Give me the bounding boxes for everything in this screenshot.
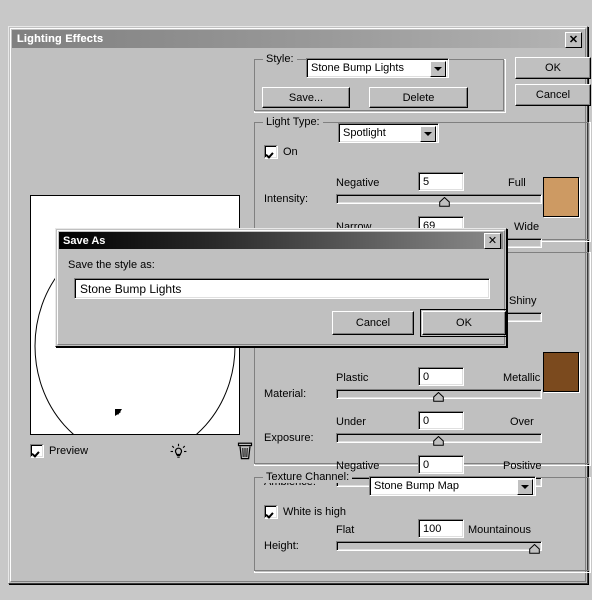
intensity-min-label: Negative (336, 177, 379, 189)
intensity-max-label: Full (508, 177, 526, 189)
preview-controls-row: Preview (30, 442, 242, 460)
style-name-input[interactable]: Stone Bump Lights (74, 278, 490, 299)
material-label: Material: (264, 388, 306, 400)
light-type-dropdown[interactable]: Spotlight (338, 123, 439, 143)
height-max-label: Mountainous (468, 524, 531, 536)
material-min-label: Plastic (336, 372, 368, 384)
material-value-input[interactable]: 0 (418, 367, 464, 386)
save-as-cancel-label: Cancel (356, 317, 390, 329)
chevron-down-icon[interactable] (430, 61, 446, 77)
intensity-slider[interactable] (336, 194, 540, 208)
exposure-min-label: Under (336, 416, 366, 428)
exposure-label: Exposure: (264, 432, 314, 444)
intensity-value: 5 (423, 176, 429, 188)
light-on-label: On (283, 146, 298, 158)
lightbulb-icon[interactable] (170, 443, 187, 463)
ok-button-label: OK (545, 62, 561, 74)
ambience-value-input[interactable]: 0 (418, 455, 464, 474)
material-color-swatch[interactable] (543, 352, 579, 392)
exposure-max-label: Over (510, 416, 534, 428)
height-min-label: Flat (336, 524, 354, 536)
intensity-label: Intensity: (264, 193, 308, 205)
intensity-slider-thumb[interactable] (439, 197, 450, 207)
delete-style-button[interactable]: Delete (369, 87, 468, 108)
intensity-value-input[interactable]: 5 (418, 172, 464, 191)
material-value: 0 (423, 371, 429, 383)
cancel-button[interactable]: Cancel (515, 84, 591, 106)
save-as-dialog: Save As ✕ Save the style as: Stone Bump … (55, 228, 507, 347)
gloss-max-label: Shiny (509, 295, 537, 307)
save-as-ok-label: OK (456, 317, 472, 329)
window-titlebar[interactable]: Lighting Effects ✕ (12, 30, 584, 48)
light-on-checkbox[interactable] (264, 145, 278, 159)
save-style-button-label: Save... (289, 92, 323, 104)
window-title: Lighting Effects (17, 33, 103, 45)
light-on-row: On (264, 145, 298, 159)
texture-channel-label: Texture Channel: (263, 471, 352, 483)
height-value-input[interactable]: 100 (418, 519, 464, 538)
save-style-button[interactable]: Save... (262, 87, 350, 108)
ambience-value: 0 (423, 459, 429, 471)
chevron-down-icon[interactable] (420, 126, 436, 142)
height-value: 100 (423, 523, 441, 535)
ok-button[interactable]: OK (515, 57, 591, 79)
ambience-max-label: Positive (503, 460, 542, 472)
texture-channel-dropdown-value: Stone Bump Map (374, 480, 459, 492)
save-as-cancel-button[interactable]: Cancel (332, 311, 414, 335)
material-slider[interactable] (336, 389, 540, 403)
texture-channel-dropdown[interactable]: Stone Bump Map (369, 476, 536, 496)
light-color-swatch[interactable] (543, 177, 579, 217)
material-slider-thumb[interactable] (433, 392, 444, 402)
exposure-value-input[interactable]: 0 (418, 411, 464, 430)
preview-checkbox-label: Preview (49, 445, 88, 457)
close-icon[interactable]: ✕ (484, 233, 501, 249)
close-icon[interactable]: ✕ (565, 32, 582, 48)
preview-checkbox[interactable] (30, 444, 44, 458)
trash-icon[interactable] (237, 442, 253, 463)
style-dropdown-value: Stone Bump Lights (311, 62, 404, 74)
white-is-high-label: White is high (283, 506, 346, 518)
style-dropdown[interactable]: Stone Bump Lights (306, 58, 449, 78)
save-as-ok-button[interactable]: OK (422, 311, 506, 335)
white-is-high-checkbox[interactable] (264, 505, 278, 519)
material-max-label: Metallic (503, 372, 540, 384)
white-is-high-row: White is high (264, 505, 346, 519)
save-as-ok-button-wrap: OK (420, 309, 508, 337)
style-name-input-value: Stone Bump Lights (80, 282, 181, 296)
exposure-value: 0 (423, 415, 429, 427)
style-label: Style: (263, 53, 297, 65)
focus-max-label: Wide (514, 221, 539, 233)
chevron-down-icon[interactable] (517, 479, 533, 495)
save-as-title: Save As (63, 235, 105, 247)
cancel-button-label: Cancel (536, 89, 570, 101)
light-type-label: Light Type: (263, 116, 323, 128)
light-type-dropdown-value: Spotlight (343, 127, 386, 139)
exposure-slider[interactable] (336, 433, 540, 447)
height-slider[interactable] (336, 541, 540, 555)
save-as-titlebar[interactable]: Save As ✕ (59, 232, 503, 249)
save-as-prompt: Save the style as: (68, 259, 155, 271)
delete-style-button-label: Delete (403, 92, 435, 104)
height-label: Height: (264, 540, 299, 552)
height-slider-thumb[interactable] (529, 544, 540, 554)
exposure-slider-thumb[interactable] (433, 436, 444, 446)
